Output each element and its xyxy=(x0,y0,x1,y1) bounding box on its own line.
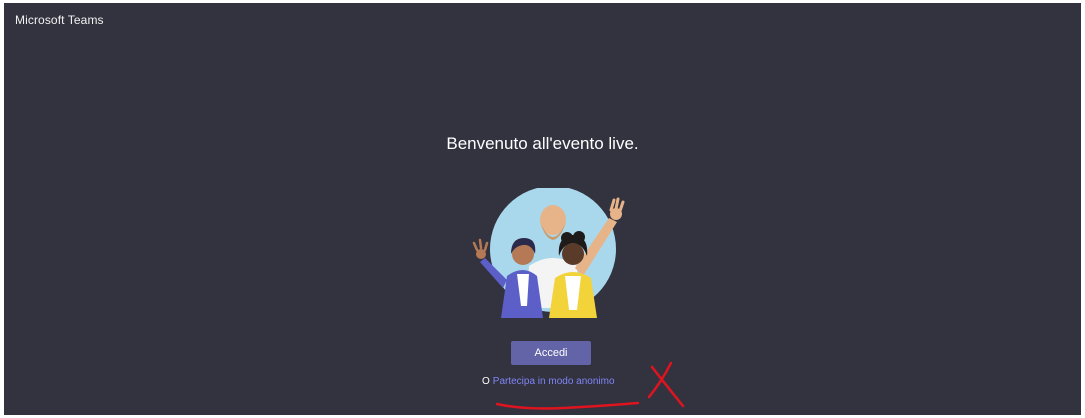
app-title: Microsoft Teams xyxy=(15,13,104,27)
red-x-mark-icon xyxy=(647,361,685,408)
signin-button[interactable]: Accedi xyxy=(511,341,591,365)
join-anonymously-link[interactable]: Partecipa in modo anonimo xyxy=(493,376,615,387)
anonymous-join-row: O Partecipa in modo anonimo xyxy=(482,376,615,387)
people-waving-illustration-icon xyxy=(472,188,625,318)
teams-window: Microsoft Teams Benvenuto all'evento liv… xyxy=(4,3,1081,415)
welcome-heading: Benvenuto all'evento live. xyxy=(446,134,639,153)
or-label: O xyxy=(482,376,490,387)
red-underline-icon xyxy=(495,401,640,410)
